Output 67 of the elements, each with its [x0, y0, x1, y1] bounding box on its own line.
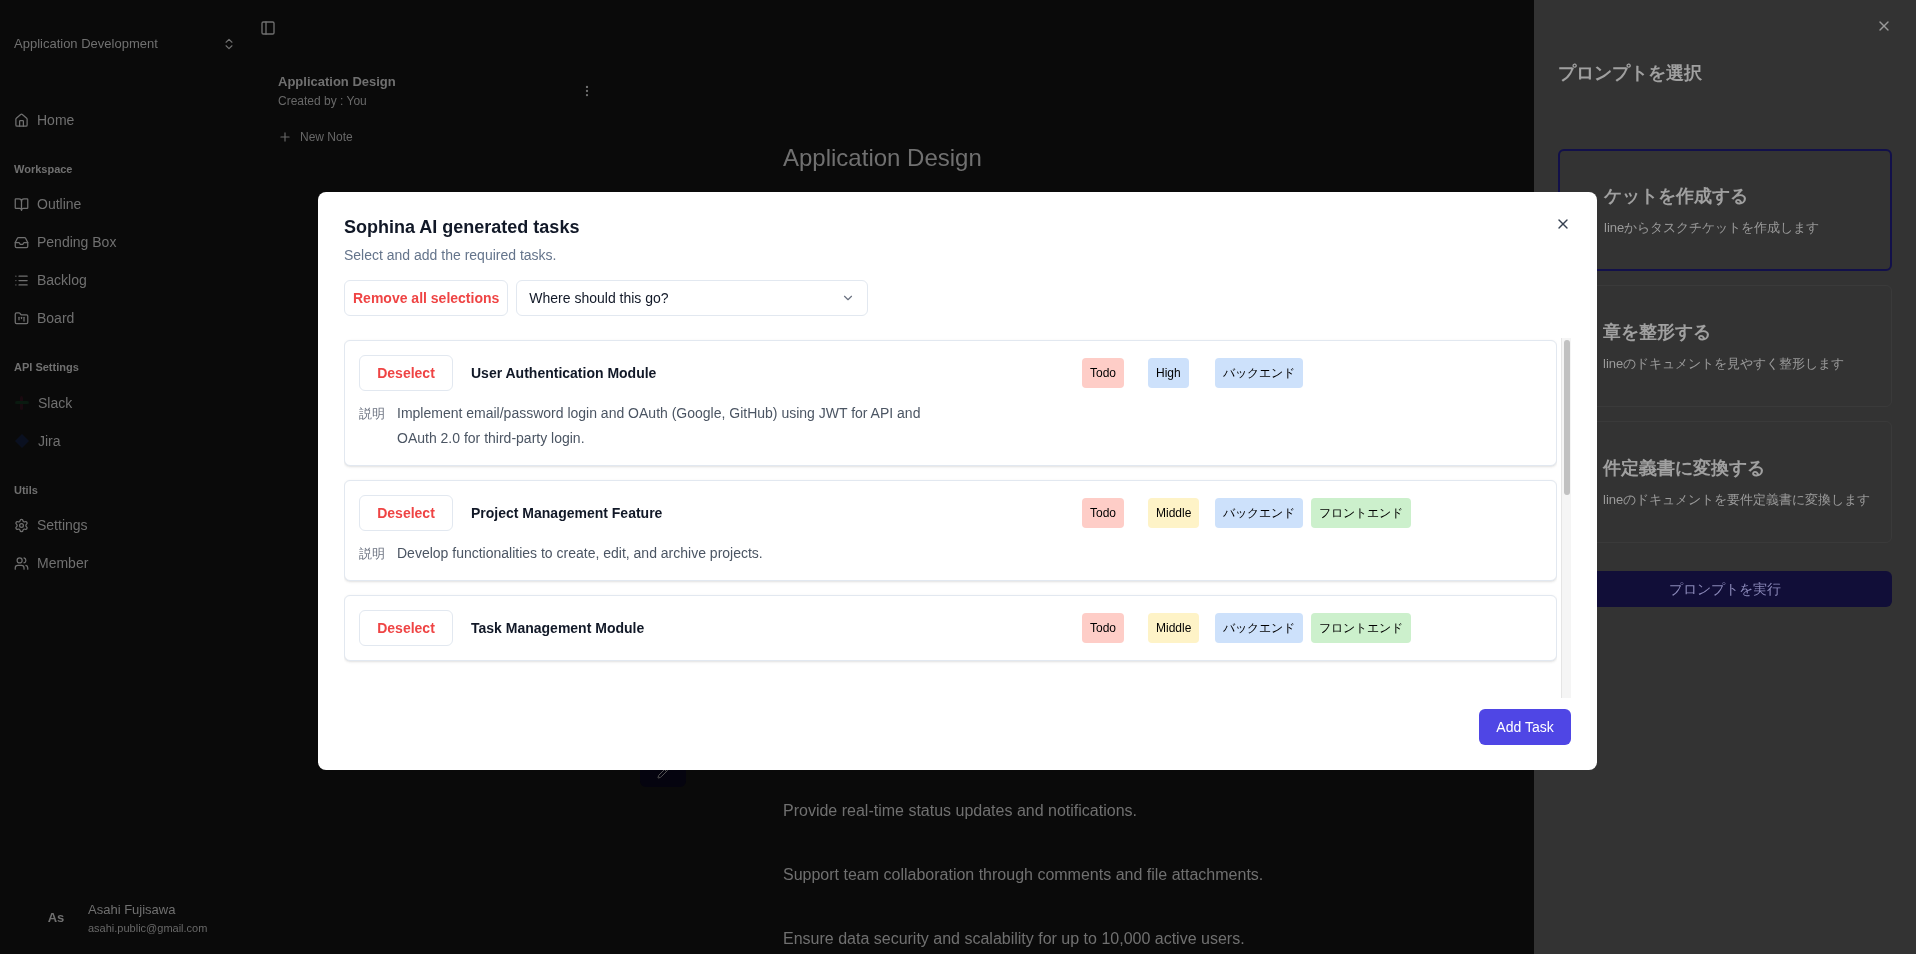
note-meta: Created by : You [278, 92, 368, 110]
document-heading: Application Design [783, 143, 983, 173]
dialog-subtitle: Select and add the required tasks. [344, 246, 558, 265]
nav-item[interactable]: Slack [14, 392, 236, 414]
destination-select[interactable]: Where should this go? [516, 280, 869, 316]
option-description: lineのドキュメントを見やすく整形します [1603, 354, 1846, 373]
nav-item[interactable]: Jira [14, 430, 236, 452]
new-note-button[interactable]: New Note [278, 127, 594, 146]
sidebar-toggle-icon[interactable] [260, 20, 276, 36]
task-description: Develop functionalities to create, edit, and archive projects. [397, 544, 764, 563]
tag: Todo [1082, 498, 1125, 528]
user-name: Asahi Fujisawa [88, 901, 177, 919]
option-description: lineのドキュメントを要件定義書に変換します [1603, 490, 1872, 509]
plus-icon [278, 129, 292, 144]
deselect-button[interactable]: Deselect [359, 610, 453, 646]
section-label: Workspace [14, 161, 74, 177]
home-icon [14, 112, 29, 128]
dialog-title: Sophina AI generated tasks [344, 216, 580, 239]
option-description: lineからタスクチケットを作成します [1604, 218, 1821, 237]
tag: フロントエンド [1311, 498, 1411, 528]
description-label: 説明 [359, 545, 386, 563]
tag: Middle [1148, 498, 1200, 528]
tag: バックエンド [1215, 613, 1303, 643]
deselect-button[interactable]: Deselect [359, 355, 453, 391]
task-title: User Authentication Module [471, 363, 658, 383]
tag: バックエンド [1215, 498, 1303, 528]
tag: Todo [1082, 358, 1125, 388]
section-label: API Settings [14, 360, 80, 375]
scrollbar[interactable] [1561, 338, 1571, 698]
nav-item[interactable]: Pending Box [14, 232, 236, 253]
remove-all-button[interactable]: Remove all selections [344, 280, 509, 316]
nav-item[interactable]: Member [14, 553, 236, 574]
nav-icon [14, 273, 29, 288]
workspace-select[interactable]: Application Development [14, 34, 236, 54]
document-paragraph: Provide real-time status updates and notifications. [783, 801, 1138, 821]
nav-item[interactable]: Backlog [14, 270, 236, 291]
nav-item[interactable]: Settings [14, 515, 236, 536]
tag: Todo [1082, 613, 1125, 643]
nav-icon [14, 518, 29, 533]
nav-item[interactable]: Home [14, 109, 236, 131]
option-title: 件定義書に変換する [1603, 456, 1766, 480]
note-title[interactable]: Application Design [278, 72, 396, 92]
document-paragraph: Support team collaboration through comments and file attachments. [783, 865, 1265, 885]
option-title: ケットを作成する [1604, 184, 1749, 208]
tag: フロントエンド [1311, 613, 1411, 643]
nav-item[interactable]: Board [14, 308, 236, 329]
tag: バックエンド [1215, 358, 1303, 388]
add-task-button[interactable]: Add Task [1479, 709, 1571, 745]
document-paragraph: Ensure data security and scalability for up to 10,000 active users. [783, 929, 1246, 949]
deselect-button[interactable]: Deselect [359, 495, 453, 531]
nav-icon [14, 311, 29, 326]
avatar: As [46, 909, 66, 928]
nav-icon [14, 556, 29, 571]
tag: High [1148, 358, 1189, 388]
task-title: Task Management Module [471, 618, 646, 638]
task-description: Implement email/password login and OAuth (Google, GitHub) using JWT for API and OAuth 2.0 for third-party login. [397, 404, 922, 448]
description-label: 説明 [359, 405, 386, 423]
nav-item[interactable]: Outline [14, 194, 236, 215]
option-title: 章を整形する [1603, 320, 1712, 344]
panel-title: プロンプトを選択 [1558, 62, 1703, 85]
pencil-icon [657, 767, 669, 779]
section-label: Utils [14, 482, 39, 498]
user-email: asahi.public@gmail.com [88, 920, 208, 936]
nav-icon [14, 235, 29, 250]
nav-icon [14, 197, 29, 212]
tag: Middle [1148, 613, 1200, 643]
task-title: Project Management Feature [471, 503, 664, 523]
